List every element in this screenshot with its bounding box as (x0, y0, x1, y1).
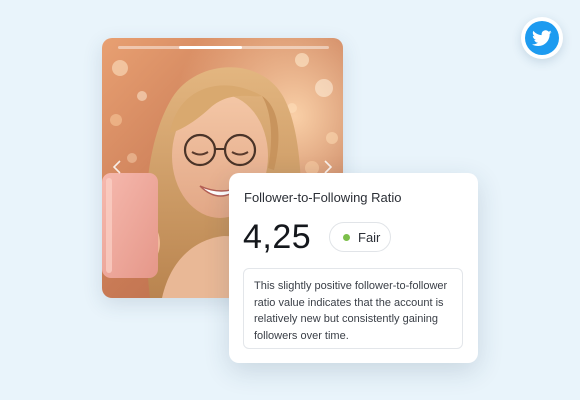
chevron-right-icon (324, 160, 332, 174)
status-label: Fair (358, 229, 381, 245)
twitter-bird-icon (532, 29, 552, 46)
ratio-description: This slightly positive follower-to-follo… (243, 268, 463, 349)
chevron-left-icon (113, 160, 121, 174)
story-progress-fill (179, 46, 242, 49)
story-progress-track (118, 46, 329, 49)
status-badge: Fair (329, 222, 391, 252)
ratio-title: Follower-to-Following Ratio (244, 190, 402, 205)
status-dot-icon (343, 233, 350, 241)
twitter-badge (521, 17, 563, 59)
previous-photo-button[interactable] (110, 156, 124, 178)
twitter-icon-circle (525, 21, 559, 55)
ratio-value: 4,25 (243, 218, 312, 256)
ratio-card: Follower-to-Following Ratio 4,25 Fair Th… (229, 173, 478, 363)
